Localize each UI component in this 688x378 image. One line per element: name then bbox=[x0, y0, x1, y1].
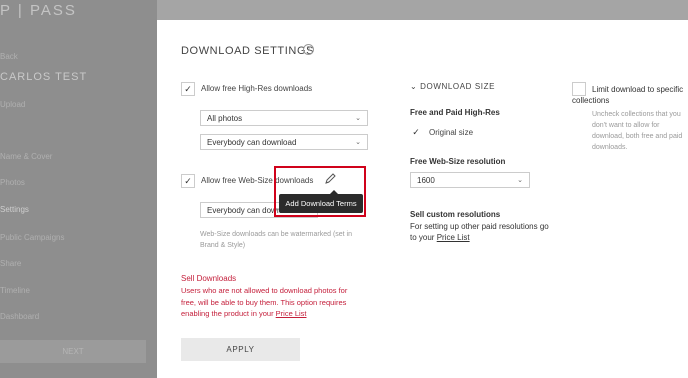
next-button[interactable]: NEXT bbox=[0, 340, 146, 363]
custom-res-title: Sell custom resolutions bbox=[410, 210, 501, 219]
web-size-checkbox[interactable]: ✓ bbox=[181, 174, 195, 188]
price-list-link[interactable]: Price List bbox=[276, 309, 307, 318]
sidebar-item-dashboard[interactable]: Dashboard bbox=[0, 312, 39, 321]
app-logo: P | PASS bbox=[0, 2, 77, 19]
sidebar-item-settings[interactable]: Settings bbox=[0, 205, 29, 214]
chevron-down-icon: ⌄ bbox=[355, 115, 361, 122]
free-paid-label: Free and Paid High-Res bbox=[410, 108, 500, 117]
sidebar-item-photos[interactable]: Photos bbox=[0, 178, 25, 187]
high-res-label: Allow free High-Res downloads bbox=[201, 84, 313, 93]
sidebar-item-timeline[interactable]: Timeline bbox=[0, 286, 30, 295]
sell-downloads-description: Users who are not allowed to download ph… bbox=[181, 286, 348, 318]
sell-downloads-title: Sell Downloads bbox=[181, 274, 237, 283]
download-settings-panel: DOWNLOAD SETTINGS ? ✓ Allow free High-Re… bbox=[157, 20, 688, 378]
back-link[interactable]: Back bbox=[0, 52, 18, 61]
chevron-down-icon: ⌄ bbox=[355, 139, 361, 146]
photos-select[interactable]: All photos ⌄ bbox=[200, 110, 368, 126]
pencil-icon[interactable] bbox=[323, 172, 337, 186]
chevron-down-icon[interactable]: ⌄ bbox=[410, 82, 420, 91]
photos-select-value: All photos bbox=[207, 114, 243, 123]
sidebar-item-name-cover[interactable]: Name & Cover bbox=[0, 152, 52, 161]
top-bar bbox=[157, 0, 688, 20]
custom-res-text: For setting up other paid resolutions go… bbox=[410, 221, 550, 243]
upload-link[interactable]: Upload bbox=[0, 100, 25, 109]
download-size-title: DOWNLOAD SIZE bbox=[420, 82, 496, 91]
high-res-who-select[interactable]: Everybody can download ⌄ bbox=[200, 134, 368, 150]
chevron-down-icon: ⌄ bbox=[517, 177, 523, 184]
help-icon[interactable]: ? bbox=[303, 44, 314, 55]
high-res-checkbox[interactable]: ✓ bbox=[181, 82, 195, 96]
limit-download-label: Limit download to specific collections bbox=[572, 85, 684, 105]
sidebar-item-campaigns[interactable]: Public Campaigns bbox=[0, 233, 64, 242]
user-name: CARLOS TEST bbox=[0, 71, 88, 83]
download-size-heading: ⌄ DOWNLOAD SIZE bbox=[410, 82, 495, 91]
apply-button[interactable]: APPLY bbox=[181, 338, 300, 361]
sidebar: P | PASS Back CARLOS TEST Upload Name & … bbox=[0, 0, 157, 378]
original-size-label: Original size bbox=[429, 128, 474, 137]
high-res-who-value: Everybody can download bbox=[207, 138, 297, 147]
custom-res-description: For setting up other paid resolutions go… bbox=[410, 222, 549, 242]
custom-price-list-link[interactable]: Price List bbox=[437, 233, 470, 242]
web-res-select[interactable]: 1600 ⌄ bbox=[410, 172, 530, 188]
add-download-terms-tooltip: Add Download Terms bbox=[279, 194, 363, 213]
sell-downloads-text: Users who are not allowed to download ph… bbox=[181, 285, 361, 320]
original-size-checkbox[interactable]: ✓ bbox=[410, 126, 422, 138]
web-res-value: 1600 bbox=[417, 176, 435, 185]
web-res-label: Free Web-Size resolution bbox=[410, 157, 506, 166]
sidebar-item-share[interactable]: Share bbox=[0, 259, 21, 268]
page-title: DOWNLOAD SETTINGS bbox=[181, 45, 315, 57]
web-size-hint: Web-Size downloads can be watermarked (s… bbox=[200, 231, 353, 249]
limit-download-hint: Uncheck collections that you don't want … bbox=[592, 111, 683, 151]
